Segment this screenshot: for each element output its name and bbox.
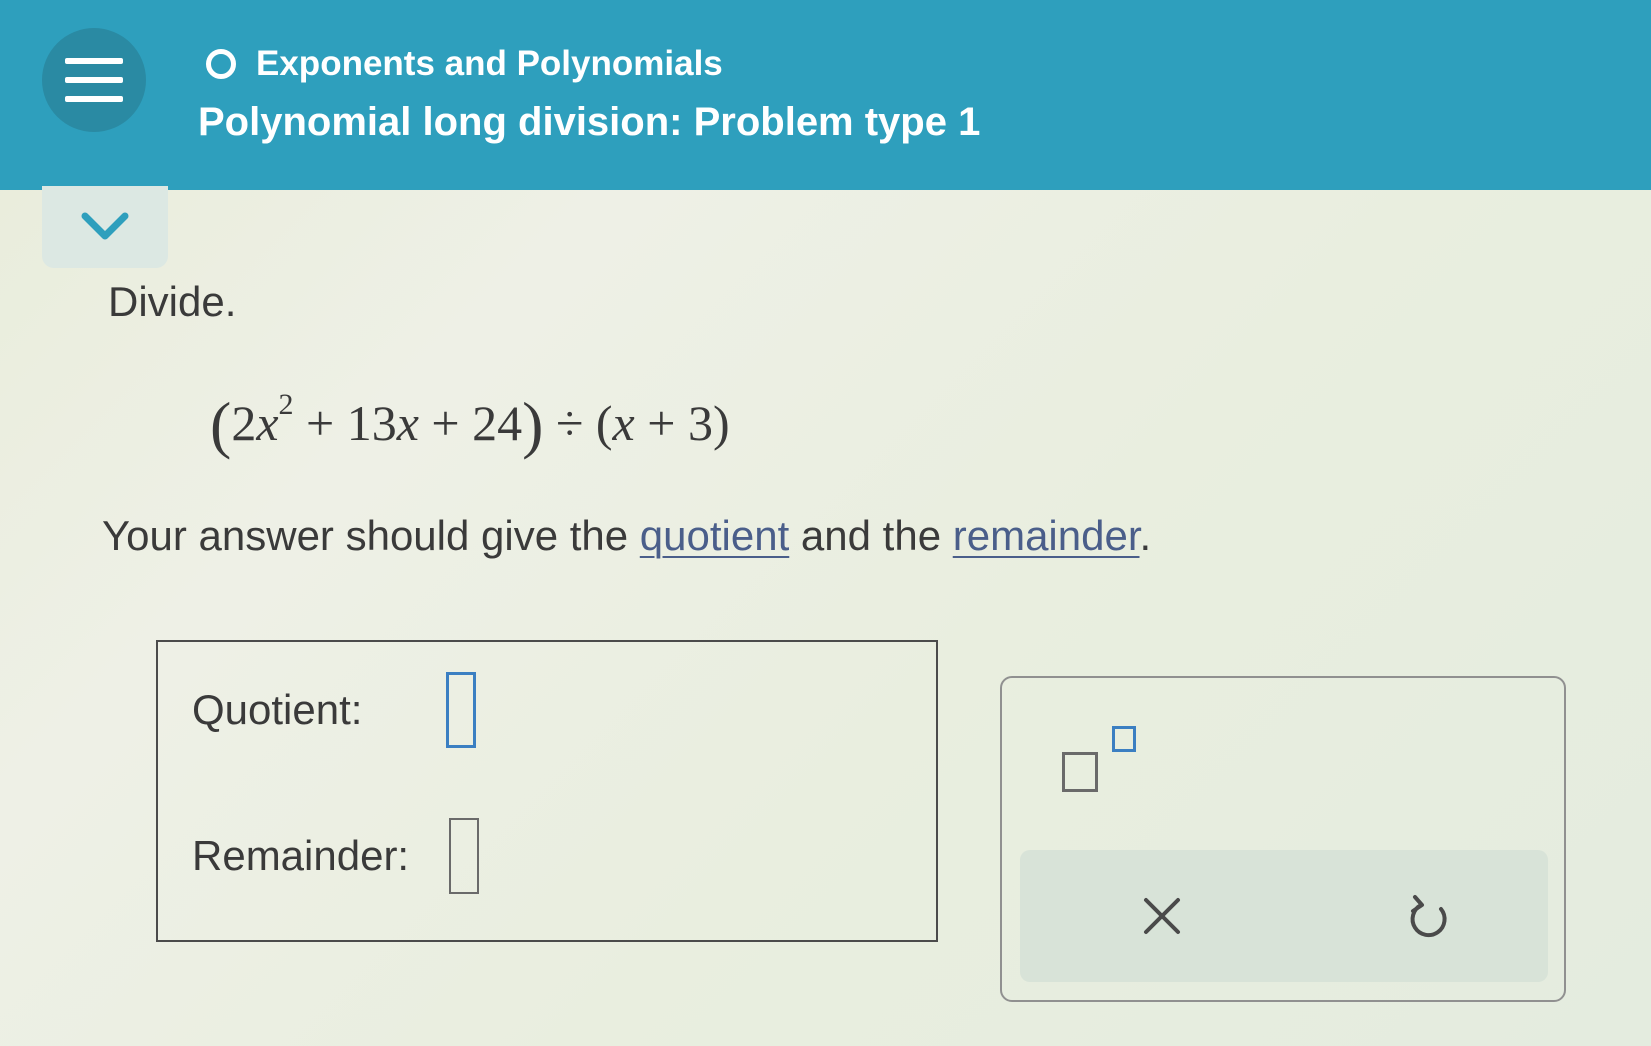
exponent-power-box: [1112, 726, 1136, 752]
division-expression: (2x2 + 13x + 24) ÷ (x + 3): [210, 388, 730, 462]
undo-icon: [1410, 895, 1447, 938]
menu-button[interactable]: [42, 28, 146, 132]
topic-row: Exponents and Polynomials: [206, 44, 723, 84]
remainder-row: Remainder:: [192, 818, 480, 894]
exponent-base-box: [1062, 752, 1098, 792]
hamburger-menu-icon: [65, 58, 123, 64]
answer-prefix: Your answer should give the: [102, 512, 640, 559]
term-13: + 13: [306, 395, 397, 451]
variable-x: x: [396, 395, 419, 451]
quotient-row: Quotient:: [192, 672, 477, 748]
term-3: + 3: [647, 395, 713, 451]
close-paren-divisor: ): [712, 395, 730, 451]
remainder-label: Remainder:: [192, 832, 410, 879]
math-toolbox: [1000, 676, 1566, 1002]
undo-button[interactable]: [1398, 884, 1462, 948]
page-title: Polynomial long division: Problem type 1: [198, 100, 981, 144]
collapse-button[interactable]: [42, 186, 168, 268]
term-24: + 24: [431, 395, 523, 451]
remainder-link[interactable]: remainder: [953, 512, 1140, 559]
variable-x: x: [256, 395, 279, 451]
close-icon: [1144, 898, 1180, 934]
chevron-down-icon: [81, 212, 129, 240]
topic-label: Exponents and Polynomials: [256, 44, 723, 83]
header-bar: Exponents and Polynomials Polynomial lon…: [0, 0, 1651, 190]
quotient-link[interactable]: quotient: [640, 512, 789, 559]
close-paren: ): [522, 389, 544, 460]
open-paren: (: [210, 389, 232, 460]
answer-suffix: .: [1139, 512, 1152, 559]
answer-instruction: Your answer should give the quotient and…: [102, 512, 1151, 560]
lead-coefficient: 2: [231, 395, 257, 451]
circle-outline-icon: [206, 49, 236, 79]
divide-sign: ÷: [555, 395, 584, 451]
instruction-text: Divide.: [108, 278, 237, 325]
action-bar: [1020, 850, 1548, 982]
variable-x: x: [612, 395, 635, 451]
quotient-label: Quotient:: [192, 686, 363, 733]
clear-button[interactable]: [1130, 884, 1194, 948]
remainder-input[interactable]: [449, 818, 480, 894]
exponent: 2: [278, 388, 294, 421]
hamburger-menu-icon: [65, 96, 123, 102]
exponent-button[interactable]: [1062, 726, 1146, 796]
answer-box: Quotient: Remainder:: [156, 640, 938, 942]
open-paren-divisor: (: [595, 395, 613, 451]
hamburger-menu-icon: [65, 77, 123, 83]
quotient-input[interactable]: [446, 672, 477, 748]
answer-middle: and the: [789, 512, 953, 559]
